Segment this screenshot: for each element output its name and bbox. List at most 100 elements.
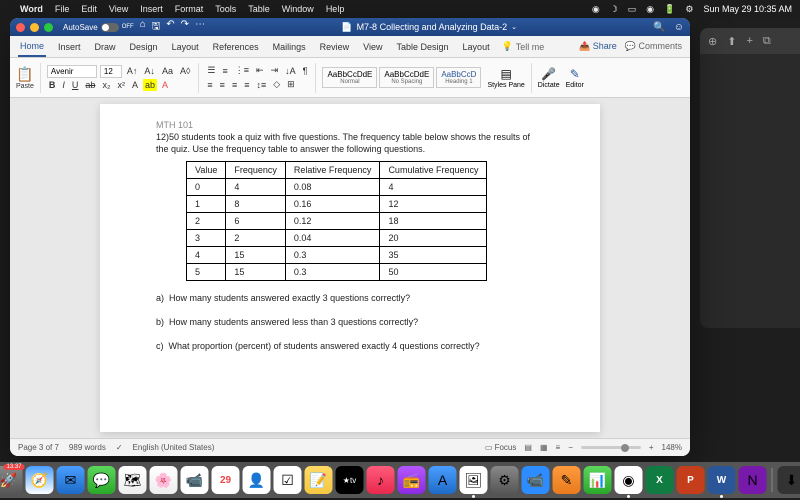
zoom-in-icon[interactable]: + [649, 443, 654, 452]
borders-icon[interactable]: ⊞ [285, 78, 297, 91]
dock-launchpad[interactable]: 🚀13.37 [0, 466, 23, 494]
clear-format-icon[interactable]: A◊ [178, 65, 192, 77]
tab-layout[interactable]: Layout [170, 38, 201, 56]
menu-window[interactable]: Window [282, 4, 314, 14]
italic-button[interactable]: I [60, 79, 67, 91]
style-heading-1[interactable]: AaBbCcD Heading 1 [436, 67, 481, 88]
dock-maps[interactable]: 🗺 [119, 466, 147, 494]
sort-icon[interactable]: ↓A [283, 65, 298, 77]
indent-left-icon[interactable]: ⇤ [254, 64, 266, 77]
home-icon[interactable]: ⌂ [140, 19, 146, 36]
dock-numbers[interactable]: 📊 [584, 466, 612, 494]
highlight-button[interactable]: ab [143, 79, 157, 91]
dock-appstore[interactable]: A [429, 466, 457, 494]
page[interactable]: MTH 101 12)50 students took a quiz with … [100, 104, 600, 432]
dock-chrome[interactable]: ◉ [615, 466, 643, 494]
title-dropdown-icon[interactable]: ⌄ [511, 23, 517, 31]
language-indicator[interactable]: English (United States) [133, 443, 215, 452]
font-color-button[interactable]: A [160, 79, 170, 91]
tab-layout-2[interactable]: Layout [461, 38, 492, 56]
tab-view[interactable]: View [361, 38, 384, 56]
comments-button[interactable]: 💬 Comments [625, 41, 682, 52]
zoom-percent[interactable]: 148% [662, 443, 682, 452]
dock-safari[interactable]: 🧭 [26, 466, 54, 494]
dock-podcasts[interactable]: 📻 [398, 466, 426, 494]
align-left-icon[interactable]: ≡ [205, 79, 214, 91]
focus-mode[interactable]: ▭ Focus [485, 443, 517, 452]
align-center-icon[interactable]: ≡ [218, 79, 227, 91]
dock-onenote[interactable]: N [739, 466, 767, 494]
change-case-icon[interactable]: Aa [160, 65, 175, 77]
menu-edit[interactable]: Edit [81, 4, 97, 14]
view-outline-icon[interactable]: ≡ [556, 443, 561, 452]
dictate-button[interactable]: 🎤 Dictate [538, 67, 560, 89]
view-web-icon[interactable]: ▦ [540, 443, 548, 452]
dock-notes[interactable]: 📝 [305, 466, 333, 494]
menu-tools[interactable]: Tools [215, 4, 236, 14]
menu-view[interactable]: View [109, 4, 128, 14]
justify-icon[interactable]: ≡ [242, 79, 251, 91]
close-window-button[interactable] [16, 23, 25, 32]
dock-calendar[interactable]: 29 [212, 466, 240, 494]
line-spacing-icon[interactable]: ↕≡ [254, 79, 268, 91]
battery-icon[interactable]: 🔋 [664, 4, 675, 15]
increase-font-icon[interactable]: A↑ [125, 65, 140, 77]
style-normal[interactable]: AaBbCcDdE Normal [322, 67, 377, 88]
tab-mailings[interactable]: Mailings [271, 38, 308, 56]
tab-home[interactable]: Home [18, 37, 46, 57]
view-print-icon[interactable]: ▤ [524, 443, 532, 452]
word-count[interactable]: 989 words [69, 443, 106, 452]
wifi-icon[interactable]: ◉ [646, 4, 654, 15]
spell-check-icon[interactable]: ✓ [116, 443, 123, 452]
bullets-icon[interactable]: ☰ [205, 64, 217, 77]
moon-icon[interactable]: ☽ [610, 4, 618, 15]
search-icon[interactable]: 🔍 [653, 22, 665, 33]
subscript-button[interactable]: x₂ [100, 79, 112, 91]
help-icon[interactable]: ☺ [674, 22, 684, 33]
menubar-datetime[interactable]: Sun May 29 10:35 AM [703, 4, 792, 14]
undo-icon[interactable]: ↶ [166, 19, 174, 36]
tab-draw[interactable]: Draw [93, 38, 118, 56]
zoom-out-icon[interactable]: − [568, 443, 573, 452]
document-area[interactable]: MTH 101 12)50 students took a quiz with … [10, 98, 690, 438]
more-icon[interactable]: ⋯ [195, 19, 205, 36]
app-name[interactable]: Word [20, 4, 43, 14]
menu-table[interactable]: Table [248, 4, 270, 14]
dock-photos[interactable]: 🌸 [150, 466, 178, 494]
share-button[interactable]: 📤 Share [579, 41, 617, 52]
zoom-slider[interactable] [581, 446, 641, 449]
multilevel-icon[interactable]: ⋮≡ [233, 64, 251, 77]
dock-mail[interactable]: ✉ [57, 466, 85, 494]
dock-reminders[interactable]: ☑ [274, 466, 302, 494]
dock-settings[interactable]: ⚙ [491, 466, 519, 494]
dock-word[interactable]: W [708, 466, 736, 494]
tab-design[interactable]: Design [128, 38, 160, 56]
menu-insert[interactable]: Insert [140, 4, 163, 14]
editor-button[interactable]: ✎ Editor [566, 67, 584, 89]
dock-tv[interactable]: ★tv [336, 466, 364, 494]
style-no-spacing[interactable]: AaBbCcDdE No Spacing [379, 67, 434, 88]
paste-button[interactable]: 📋 Paste [16, 66, 34, 90]
dock-zoom[interactable]: 📹 [522, 466, 550, 494]
dock-contacts[interactable]: 👤 [243, 466, 271, 494]
dock-music[interactable]: ♪ [367, 466, 395, 494]
menu-help[interactable]: Help [326, 4, 345, 14]
menu-file[interactable]: File [55, 4, 70, 14]
minimize-window-button[interactable] [30, 23, 39, 32]
superscript-button[interactable]: x² [115, 79, 127, 91]
menu-format[interactable]: Format [175, 4, 204, 14]
control-center-icon[interactable]: ⚙ [685, 4, 693, 15]
autosave-toggle[interactable] [101, 23, 119, 32]
indent-right-icon[interactable]: ⇥ [269, 64, 281, 77]
font-size-select[interactable] [100, 65, 122, 78]
display-icon[interactable]: ▭ [628, 4, 637, 15]
shading-icon[interactable]: ◇ [271, 78, 282, 91]
maximize-window-button[interactable] [44, 23, 53, 32]
dock-facetime[interactable]: 📹 [181, 466, 209, 494]
numbering-icon[interactable]: ≡ [220, 65, 229, 77]
save-icon[interactable]: 🖫 [152, 19, 161, 36]
tell-me[interactable]: 💡 Tell me [502, 41, 545, 52]
text-effects-icon[interactable]: A [130, 79, 140, 91]
bold-button[interactable]: B [47, 79, 58, 91]
underline-button[interactable]: U [70, 79, 81, 91]
